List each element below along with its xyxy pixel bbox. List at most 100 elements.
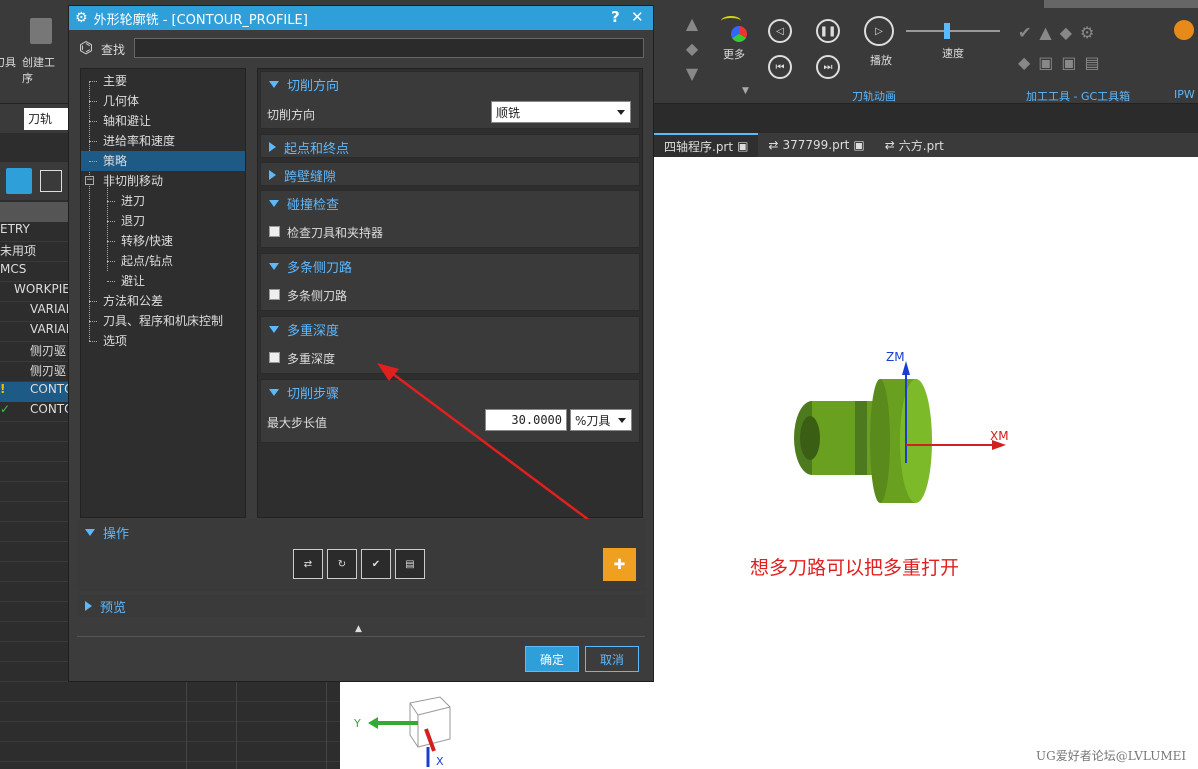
replay-button[interactable]: ↻ (327, 549, 357, 579)
gear-icon: ⚙ (75, 10, 88, 26)
gc-tools-icons[interactable]: ✔▲◆⚙ ◆▣▣▤ (1018, 18, 1146, 76)
ribbon-arrows-icon[interactable]: ▲ ◆ ▼ (682, 14, 702, 83)
rewind-button[interactable]: ⏮ (768, 55, 792, 79)
section-collision: 碰撞检查 检查刀具和夹持器 (260, 190, 640, 248)
filter-input[interactable]: 刀轨 (24, 108, 68, 130)
help-button[interactable]: ? (611, 8, 620, 26)
section-header[interactable]: 操作 (77, 519, 645, 545)
section-header[interactable]: 多条侧刀路 (261, 254, 639, 278)
pause-button[interactable]: ❚❚ (816, 19, 840, 43)
collapse-icon (269, 80, 279, 88)
ribbon-create-op-label[interactable]: 创建工序 (22, 54, 64, 86)
ribbon-tool-label[interactable]: 刀具 (0, 54, 16, 70)
divider (77, 636, 645, 637)
nav-item-axis[interactable]: 轴和避让 (81, 111, 245, 131)
nav-item-avoidance[interactable]: 避让 (81, 271, 245, 291)
tree-row[interactable]: VARIAI (30, 302, 69, 322)
play-button[interactable]: ▷ (864, 16, 894, 46)
section-start-end: 起点和终点 (260, 134, 640, 158)
machine-tool-icon[interactable] (40, 170, 62, 192)
section-header[interactable]: 跨壁缝隙 (261, 163, 639, 187)
y-axis-label: Y (354, 717, 361, 730)
section-header[interactable]: 多重深度 (261, 317, 639, 341)
more-button[interactable]: 更多 (714, 14, 754, 62)
step-back-button[interactable]: ◁ (768, 19, 792, 43)
nav-item-start-points[interactable]: 起点/钻点 (81, 251, 245, 271)
verify-button[interactable]: ✔ (361, 549, 391, 579)
nav-toolbar[interactable] (0, 162, 68, 200)
nav-item-geometry[interactable]: 几何体 (81, 91, 245, 111)
multi-side-checkbox[interactable] (269, 289, 280, 300)
section-header[interactable]: 起点和终点 (261, 135, 639, 159)
tab-modified-icon: ▣ (737, 139, 749, 153)
section-header[interactable]: 切削方向 (261, 72, 639, 96)
nav-item-feeds[interactable]: 进给率和速度 (81, 131, 245, 151)
nav-item-engage[interactable]: 进刀 (81, 191, 245, 211)
part-icon: ⇄ (768, 138, 779, 152)
forward-button[interactable]: ⏭ (816, 55, 840, 79)
section-wall-gap: 跨壁缝隙 (260, 162, 640, 186)
nav-item-tool-program[interactable]: 刀具、程序和机床控制 (81, 311, 245, 331)
verify-icon: ✔ (371, 558, 381, 570)
ok-button[interactable]: 确定 (525, 646, 579, 672)
tab-file-2[interactable]: ⇄ 六方.prt (875, 133, 954, 157)
multi-depth-checkbox-label: 多重深度 (287, 352, 336, 366)
tree-row[interactable]: 侧刃驱 (30, 342, 66, 362)
group-tools-label: 加工工具 - GC工具箱 (1026, 90, 1131, 103)
tab-file-1[interactable]: ⇄ 377799.prt ▣ (758, 133, 874, 157)
section-header[interactable]: 碰撞检查 (261, 191, 639, 215)
speed-slider[interactable] (906, 23, 1000, 39)
dialog-titlebar[interactable]: ⚙ 外形轮廓铣 - [CONTOUR_PROFILE] ? ✕ (69, 6, 653, 30)
binoculars-icon: ⌬ (79, 38, 93, 57)
nav-item-main[interactable]: 主要 (81, 71, 245, 341)
generate-button[interactable]: ⇄ (293, 549, 323, 579)
x-axis-label: X (436, 755, 444, 768)
tree-row[interactable]: 侧刃驱 (30, 362, 66, 382)
nav-item-strategy[interactable]: 策略 (81, 151, 245, 171)
nav-item-retract[interactable]: 退刀 (81, 211, 245, 231)
part-icon: ⇄ (884, 138, 895, 152)
nav-item-non-cutting[interactable]: − 非切削移动 (81, 171, 245, 271)
tab-label: 四轴程序.prt (664, 139, 734, 154)
collapse-icon (269, 325, 279, 333)
dialog-nav-tree: 主要 几何体 轴和避让 进给率和速度 策略 − 非切削移动 进刀 退刀 转移/快速… (80, 68, 246, 518)
list-button[interactable]: ▤ (395, 549, 425, 579)
cut-direction-label: 切削方向 (267, 108, 316, 122)
max-step-label: 最大步长值 (267, 416, 328, 430)
close-button[interactable]: ✕ (631, 8, 644, 26)
section-cut-direction: 切削方向 切削方向 顺铣 (260, 71, 640, 129)
collapse-icon[interactable]: − (85, 176, 94, 185)
group-anim-label: 刀轨动画 (852, 90, 896, 103)
nav-item-method[interactable]: 方法和公差 (81, 291, 245, 311)
generate-icon: ⇄ (303, 558, 313, 570)
collision-checkbox-label: 检查刀具和夹持器 (287, 226, 384, 240)
file-tabs: 四轴程序.prt ▣ ⇄ 377799.prt ▣ ⇄ 六方.prt (654, 133, 1198, 157)
multi-depth-checkbox[interactable] (269, 352, 280, 363)
program-order-icon[interactable] (6, 168, 32, 194)
replay-icon: ↻ (337, 558, 347, 570)
zm-label: ZM (886, 350, 905, 364)
tab-file-0[interactable]: 四轴程序.prt ▣ (654, 133, 759, 157)
cut-direction-select[interactable]: 顺铣 (491, 101, 631, 123)
search-input[interactable] (134, 38, 644, 58)
xm-label: XM (990, 429, 1009, 443)
create-op-icon[interactable] (30, 18, 52, 44)
ipw-icon[interactable] (1174, 20, 1194, 40)
nav-item-transfer[interactable]: 转移/快速 (81, 231, 245, 251)
tree-row[interactable]: 未用项 (0, 242, 36, 262)
collapse-icon (85, 528, 95, 536)
section-header[interactable]: 预览 (77, 595, 645, 617)
collapse-up-icon[interactable]: ▲ (355, 624, 362, 634)
nav-item-options[interactable]: 选项 (81, 331, 245, 351)
multi-path-button[interactable]: ✚ (603, 548, 636, 581)
tree-row[interactable]: VARIAI (30, 322, 69, 342)
expand-icon (85, 601, 92, 611)
tree-row[interactable]: ETRY (0, 222, 30, 242)
list-icon: ▤ (405, 558, 415, 570)
check-icon: ✓ (0, 402, 11, 416)
collision-checkbox[interactable] (269, 226, 280, 237)
tree-row[interactable]: WORKPIE (14, 282, 70, 302)
tree-row[interactable]: MCS (0, 262, 26, 282)
operations-section: 操作 ⇄ ↻ ✔ ▤ ✚ (77, 519, 645, 591)
cancel-button[interactable]: 取消 (585, 646, 639, 672)
